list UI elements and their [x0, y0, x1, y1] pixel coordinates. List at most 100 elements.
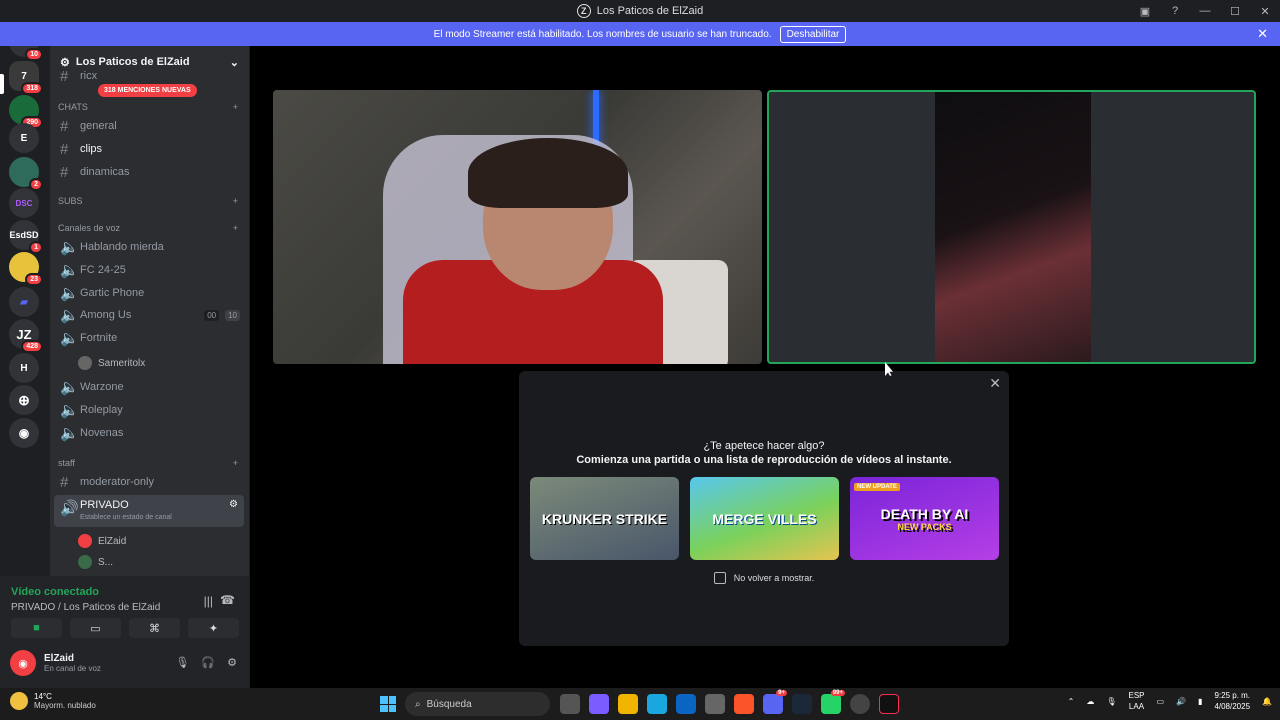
tiktok-icon[interactable]	[879, 694, 899, 714]
soundboard-button[interactable]: ✦	[188, 618, 239, 638]
category-subs[interactable]: SUBS +	[58, 196, 238, 206]
clock[interactable]: 9:25 p. m. 4/08/2025	[1214, 690, 1250, 712]
chevron-down-icon: ⌄	[229, 56, 239, 69]
server-icon[interactable]: H	[9, 353, 39, 383]
start-button[interactable]	[380, 696, 396, 712]
taskbar: 14°C Mayorm. nublado ⌕ Búsqueda 9+ 99+ ⌃ ☁…	[0, 688, 1280, 720]
activity-card[interactable]: KRUNKER STRIKE	[530, 477, 679, 560]
edge-icon[interactable]	[647, 694, 667, 714]
settings-gear-icon[interactable]: ⚙	[229, 499, 238, 510]
help-icon[interactable]: ?	[1160, 5, 1190, 17]
taskbar-search[interactable]: ⌕ Búsqueda	[405, 692, 550, 716]
volume-icon[interactable]: 🔊	[1176, 697, 1186, 706]
new-mentions-pill[interactable]: 318 MENCIONES NUEVAS	[98, 84, 197, 97]
discover-icon[interactable]: ◉	[9, 418, 39, 448]
category-staff[interactable]: staff +	[58, 458, 238, 468]
server-icon[interactable]: JZ 428	[9, 319, 43, 353]
channel-moderator-only[interactable]: # moderator-only	[54, 472, 244, 492]
close-banner-icon[interactable]: ✕	[1257, 26, 1268, 42]
voice-channel-privado[interactable]: 🔊 PRIVADO Establece un estado de canal ⚙	[54, 495, 244, 527]
notifications-icon[interactable]: 🔔	[1262, 697, 1272, 706]
chevron-up-icon[interactable]: ⌃	[1068, 697, 1075, 706]
server-icon[interactable]: DSC	[9, 188, 39, 218]
add-channel-icon[interactable]: +	[233, 102, 238, 112]
voice-user[interactable]: Sameritolx	[78, 356, 145, 370]
activity-button[interactable]: ⌘	[129, 618, 180, 638]
microphone-icon[interactable]: 🎙	[175, 656, 189, 669]
obs-icon[interactable]	[850, 694, 870, 714]
voice-channel[interactable]: 🔈 FC 24-25	[54, 260, 244, 280]
onedrive-icon[interactable]: ☁	[1086, 697, 1094, 706]
speaker-icon: 🔈	[60, 402, 79, 419]
steam-icon[interactable]	[792, 694, 812, 714]
video-tile-camera[interactable]	[273, 90, 762, 364]
task-view-icon[interactable]	[560, 694, 580, 714]
channel-general[interactable]: # general	[54, 116, 244, 136]
add-channel-icon[interactable]: +	[233, 223, 238, 233]
channel-clips[interactable]: # clips	[54, 139, 244, 159]
category-voice[interactable]: Canales de voz +	[58, 223, 238, 233]
inbox-icon[interactable]: ▣	[1130, 5, 1160, 18]
voice-location[interactable]: PRIVADO / Los Paticos de ElZaid	[11, 602, 160, 613]
disable-streamer-button[interactable]: Deshabilitar	[779, 25, 847, 43]
voice-channel[interactable]: 🔈 Hablando mierda	[54, 237, 244, 257]
speaker-icon: 🔈	[60, 262, 79, 279]
voice-user[interactable]: ElZaid	[78, 534, 126, 548]
camera-button[interactable]: ■	[11, 618, 62, 638]
channel-dinamicas[interactable]: # dinamicas	[54, 162, 244, 182]
folder-icon[interactable]: ▰	[9, 287, 39, 317]
dont-show-again-checkbox[interactable]: No volver a mostrar.	[519, 572, 1009, 584]
voice-channel[interactable]: 🔈 Gartic Phone	[54, 283, 244, 303]
add-server-icon[interactable]: ⊕	[9, 385, 39, 415]
disconnect-icon[interactable]: ☎	[220, 593, 235, 607]
discord-icon[interactable]: 9+	[763, 690, 787, 714]
user-settings-icon[interactable]: ⚙	[227, 656, 237, 669]
video-tile-speaking[interactable]	[767, 90, 1256, 364]
add-channel-icon[interactable]: +	[233, 196, 238, 206]
screen-share-button[interactable]: ▭	[70, 618, 121, 638]
speaker-icon: 🔈	[60, 379, 79, 396]
close-icon[interactable]: ✕	[989, 375, 1001, 392]
server-icon[interactable]: EsdSD 1	[9, 220, 43, 254]
headphones-icon[interactable]: 🎧	[201, 656, 215, 669]
network-icon[interactable]: ▭	[1157, 697, 1165, 706]
voice-user[interactable]: S...	[78, 555, 113, 569]
file-explorer-icon[interactable]	[618, 694, 638, 714]
weather-widget[interactable]: 14°C Mayorm. nublado	[10, 692, 96, 710]
server-icon[interactable]: 23	[9, 252, 43, 286]
close-window-button[interactable]: ✕	[1250, 5, 1280, 18]
voice-channel[interactable]: 🔈 Novenas	[54, 423, 244, 443]
microphone-icon[interactable]: 🎙	[1106, 697, 1116, 706]
add-channel-icon[interactable]: +	[233, 458, 238, 468]
brave-icon[interactable]	[734, 694, 754, 714]
server-icon[interactable]: 290	[9, 95, 43, 129]
server-icon[interactable]: E	[9, 123, 39, 153]
battery-icon[interactable]: ▮	[1198, 697, 1202, 706]
noise-suppression-icon[interactable]: |||	[204, 594, 213, 608]
whatsapp-icon[interactable]: 99+	[821, 690, 845, 714]
activity-card[interactable]: MERGE VILLES	[690, 477, 839, 560]
server-settings-icon: ⚙	[60, 56, 70, 69]
copilot-icon[interactable]	[589, 694, 609, 714]
outlook-icon[interactable]	[676, 694, 696, 714]
server-icon-active[interactable]: 7 318	[9, 61, 43, 95]
maximize-button[interactable]: ☐	[1220, 5, 1250, 18]
avatar[interactable]: ◉	[10, 650, 36, 676]
activity-card[interactable]: NEW UPDATE DEATH BY AI NEW PACKS	[850, 477, 999, 560]
minimize-button[interactable]: —	[1190, 5, 1220, 17]
speaker-icon: 🔈	[60, 425, 79, 442]
language-indicator[interactable]: ESP LAA	[1128, 690, 1144, 712]
store-icon[interactable]	[705, 694, 725, 714]
checkbox-icon	[713, 572, 726, 584]
activity-prompt-modal: ✕ ¿Te apetece hacer algo? Comienza una p…	[519, 371, 1009, 646]
category-chats[interactable]: CHATS +	[58, 102, 238, 112]
avatar	[78, 356, 92, 370]
server-icon[interactable]: 2	[9, 157, 43, 191]
voice-channel[interactable]: 🔈 Fortnite	[54, 328, 244, 348]
voice-channel[interactable]: 🔈 Among Us 00 10	[54, 305, 244, 325]
voice-channel[interactable]: 🔈 Roleplay	[54, 400, 244, 420]
channel-item[interactable]: # ricx	[54, 70, 244, 82]
speaker-icon: 🔊	[60, 500, 79, 517]
voice-status[interactable]: Vídeo conectado	[11, 586, 160, 598]
voice-channel[interactable]: 🔈 Warzone	[54, 377, 244, 397]
